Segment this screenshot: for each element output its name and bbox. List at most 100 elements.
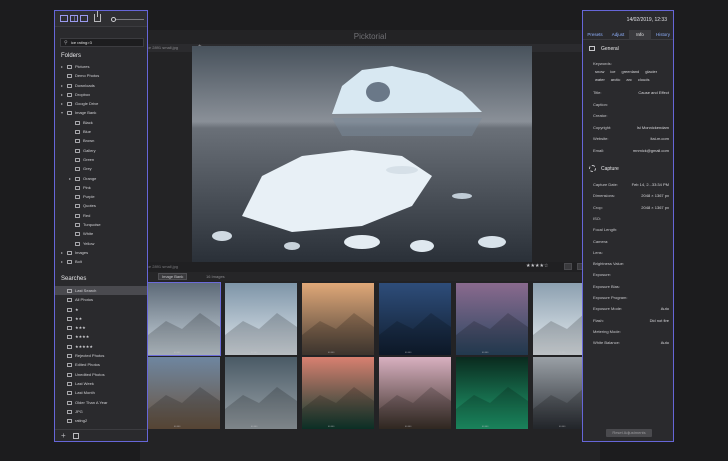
saved-search-item[interactable]: Older Than A Year bbox=[55, 398, 147, 407]
edit-icon[interactable] bbox=[73, 433, 79, 439]
expand-arrow-icon[interactable]: ▸ bbox=[61, 248, 63, 257]
zoom-slider[interactable] bbox=[111, 17, 144, 22]
thumbnail-ice-cave[interactable]: ••••• bbox=[225, 357, 297, 429]
saved-search-item[interactable]: JPG bbox=[55, 407, 147, 416]
thumbnail-green-aurora[interactable]: ••••• bbox=[302, 357, 374, 429]
expand-arrow-icon[interactable]: ▸ bbox=[61, 62, 63, 71]
saved-search-item[interactable]: Last Search bbox=[55, 286, 147, 296]
thumbnail-rating[interactable]: ••••• bbox=[559, 350, 566, 354]
expand-arrow-icon[interactable]: ▾ bbox=[61, 108, 63, 117]
metadata-row[interactable]: Caption: bbox=[593, 101, 669, 108]
metadata-value[interactable]: Feb 14, 2...33:34 PM bbox=[632, 181, 669, 188]
folder-item[interactable]: ▸ Bolt bbox=[55, 257, 147, 266]
search-field[interactable]: ⚲ bbox=[60, 38, 144, 47]
capture-section-header[interactable]: Capture bbox=[589, 165, 619, 172]
folder-item[interactable]: Pink bbox=[55, 183, 147, 192]
tab-presets[interactable]: Presets bbox=[583, 30, 607, 40]
folder-item[interactable]: Blue bbox=[55, 127, 147, 136]
expand-arrow-icon[interactable]: ▸ bbox=[61, 99, 63, 108]
saved-search-item[interactable]: Rejected Photos bbox=[55, 351, 147, 360]
metadata-row[interactable]: Camera: bbox=[593, 238, 669, 245]
folder-item[interactable]: Quotes bbox=[55, 201, 147, 210]
metadata-value[interactable]: 2048 × 1367 px bbox=[641, 204, 669, 211]
folder-item[interactable]: White bbox=[55, 229, 147, 238]
metadata-row[interactable]: White Balance: Auto bbox=[593, 339, 669, 346]
search-input[interactable] bbox=[71, 39, 141, 46]
metadata-row[interactable]: Title: Cause and Effect bbox=[593, 89, 669, 96]
metadata-row[interactable]: Focal Length: bbox=[593, 226, 669, 233]
folder-item[interactable]: Brown bbox=[55, 136, 147, 145]
thumbnail-aurora-sky[interactable]: ••••• bbox=[456, 357, 528, 429]
folder-item[interactable]: ▸ Orange bbox=[55, 174, 147, 183]
folder-item[interactable]: ▸ Pictures bbox=[55, 62, 147, 71]
folder-item[interactable]: ▸ Images bbox=[55, 248, 147, 257]
add-icon[interactable]: + bbox=[61, 431, 66, 441]
folder-item[interactable]: Purple bbox=[55, 192, 147, 201]
metadata-row[interactable]: Dimensions: 2048 × 1367 px bbox=[593, 192, 669, 199]
metadata-row[interactable]: Exposure Bias: bbox=[593, 283, 669, 290]
thumbnail-rating[interactable]: ••••• bbox=[405, 424, 412, 428]
metadata-row[interactable]: Exposure: bbox=[593, 271, 669, 278]
metadata-row[interactable]: Crop: 2048 × 1367 px bbox=[593, 204, 669, 211]
saved-search-item[interactable]: rating2 bbox=[55, 416, 147, 425]
thumbnail-hiker[interactable]: ••••• bbox=[148, 357, 220, 429]
metadata-row[interactable]: Lens: bbox=[593, 249, 669, 256]
thumbnail-snow-dunes[interactable]: ••••• bbox=[225, 283, 297, 355]
keyword-tag[interactable]: arc bbox=[624, 77, 634, 83]
metadata-row[interactable]: Capture Date: Feb 14, 2...33:34 PM bbox=[593, 181, 669, 188]
metadata-row[interactable]: ISO: bbox=[593, 215, 669, 222]
metadata-row[interactable]: Website: itai-m.com bbox=[593, 135, 669, 142]
thumbnail-rating[interactable]: ••••• bbox=[482, 350, 489, 354]
metadata-row[interactable]: Brightness Value: bbox=[593, 260, 669, 267]
zoom-slider-knob[interactable] bbox=[111, 17, 116, 22]
metadata-row[interactable]: Exposure Program: bbox=[593, 294, 669, 301]
thumbnail-rating[interactable]: ••••• bbox=[174, 350, 181, 354]
folder-item[interactable]: Red bbox=[55, 211, 147, 220]
expand-arrow-icon[interactable]: ▸ bbox=[69, 174, 71, 183]
thumbnail-mountain-lake[interactable]: ••••• bbox=[379, 283, 451, 355]
metadata-row[interactable]: Flash: Did not fire bbox=[593, 317, 669, 324]
metadata-value[interactable]: mnmick@gmail.com bbox=[633, 147, 669, 154]
thumbnail-rocky-coast[interactable]: ••••• bbox=[379, 357, 451, 429]
saved-search-item[interactable]: ★★★ bbox=[55, 323, 147, 332]
metadata-row[interactable]: Metering Mode: bbox=[593, 328, 669, 335]
metadata-row[interactable]: Exposure Mode: Auto bbox=[593, 305, 669, 312]
folder-item[interactable]: Demo Photos bbox=[55, 71, 147, 80]
metadata-row[interactable]: Copyright: Isi Monnickendam bbox=[593, 124, 669, 131]
thumbnail-ice-floes[interactable]: ••••• bbox=[147, 282, 221, 356]
thumbnail-rating[interactable]: ••••• bbox=[174, 424, 181, 428]
thumbnail-rating[interactable]: ••••• bbox=[251, 424, 258, 428]
layout-right-icon[interactable] bbox=[80, 15, 88, 22]
thumbnail-hut-and-dog[interactable]: ••••• bbox=[302, 283, 374, 355]
saved-search-item[interactable]: Edited Photos bbox=[55, 360, 147, 369]
general-section-header[interactable]: General bbox=[589, 46, 619, 52]
keyword-tag[interactable]: ice bbox=[608, 69, 617, 75]
keyword-tag[interactable]: glacier bbox=[643, 69, 659, 75]
grid-view-button[interactable] bbox=[564, 263, 572, 270]
metadata-value[interactable]: Auto bbox=[661, 339, 669, 346]
thumbnail-rating[interactable]: ••••• bbox=[328, 350, 335, 354]
saved-search-item[interactable]: Unedited Photos bbox=[55, 370, 147, 379]
tab-history[interactable]: History bbox=[651, 30, 673, 40]
saved-search-item[interactable]: Last Week bbox=[55, 379, 147, 388]
share-icon[interactable] bbox=[94, 11, 101, 22]
metadata-value[interactable]: Auto bbox=[661, 305, 669, 312]
folder-item[interactable]: Green bbox=[55, 155, 147, 164]
reset-adjustments-button[interactable]: Reset Adjustments bbox=[606, 429, 652, 437]
expand-arrow-icon[interactable]: ▸ bbox=[61, 257, 63, 266]
saved-search-item[interactable]: ★ bbox=[55, 305, 147, 314]
folder-item[interactable]: ▸ Dropbox bbox=[55, 90, 147, 99]
thumbnail-rating[interactable]: ••••• bbox=[328, 424, 335, 428]
folder-item[interactable]: Black bbox=[55, 118, 147, 127]
rating-stars[interactable]: ★★★★☆ bbox=[526, 262, 548, 271]
thumbnail-rating[interactable]: ••••• bbox=[251, 350, 258, 354]
saved-search-item[interactable]: ★★★★ bbox=[55, 332, 147, 341]
folder-item[interactable]: Grey bbox=[55, 164, 147, 173]
folder-item[interactable]: ▾ Image Bank bbox=[55, 108, 147, 117]
folder-item[interactable]: ▸ Downloads bbox=[55, 81, 147, 90]
metadata-value[interactable]: Cause and Effect bbox=[638, 89, 669, 96]
thumbnail-rating[interactable]: ••••• bbox=[559, 424, 566, 428]
layout-left-icon[interactable] bbox=[60, 15, 68, 22]
tab-info[interactable]: Info bbox=[629, 30, 651, 40]
thumbnail-pink-lake[interactable]: ••••• bbox=[456, 283, 528, 355]
